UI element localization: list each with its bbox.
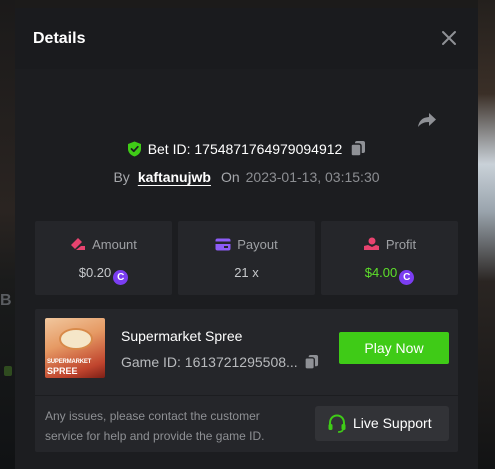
bet-amount-icon [71, 238, 86, 250]
stat-amount: Amount $0.20 C [35, 221, 172, 295]
stat-amount-value: $0.20 [78, 265, 112, 280]
verified-shield-icon [127, 141, 141, 157]
bet-datetime: 2023-01-13, 03:15:30 [245, 169, 380, 185]
currency-coin-icon: C [113, 270, 129, 285]
thumbnail-artwork [59, 328, 93, 350]
background-partial-text: B [0, 292, 12, 309]
live-support-label: Live Support [353, 415, 432, 431]
game-thumbnail[interactable]: SUPERMARKET SPREE [45, 318, 105, 378]
close-button[interactable] [437, 26, 461, 50]
stat-profit-label: Profit [385, 237, 417, 252]
share-button[interactable] [415, 108, 439, 132]
play-now-button[interactable]: Play Now [339, 332, 449, 364]
payout-card-icon [215, 238, 231, 251]
stat-payout: Payout 21 x [178, 221, 315, 295]
copy-game-id-button[interactable] [303, 354, 319, 373]
copy-bet-id-button[interactable] [350, 140, 366, 160]
thumbnail-title-line1: SUPERMARKET [47, 359, 92, 365]
bet-id-text: Bet ID: 1754871764979094912 [147, 141, 343, 157]
live-support-button[interactable]: Live Support [315, 406, 449, 441]
card-divider [35, 395, 458, 396]
game-name: Supermarket Spree [121, 328, 243, 344]
share-icon [418, 113, 436, 127]
stats-row: Amount $0.20C Payout 21 x Profit $4.00 [35, 221, 458, 295]
bet-id-row: Bet ID: 1754871764979094912 [15, 140, 478, 160]
game-id-text: Game ID: 1613721295508... [121, 354, 298, 370]
stat-payout-value: 21 x [234, 265, 259, 280]
background-top-strip [15, 0, 478, 8]
profit-hand-icon [363, 237, 379, 250]
details-modal: Details Bet ID: 1754871764979094912 By ka… [15, 8, 478, 469]
bet-meta-row: By kaftanujwb On 2023-01-13, 03:15:30 [15, 169, 478, 185]
copy-icon [350, 141, 366, 157]
by-label: By [113, 169, 130, 185]
modal-title: Details [33, 30, 86, 47]
stat-amount-header: Amount [35, 237, 172, 252]
stat-profit-value-row: $4.00 C [321, 265, 458, 285]
headset-icon [328, 414, 346, 433]
copy-icon [303, 354, 318, 370]
modal-header: Details [15, 8, 478, 69]
background-left-strip: B [0, 0, 15, 469]
stat-profit-value: $4.00 [364, 265, 398, 280]
game-card: SUPERMARKET SPREE Supermarket Spree Game… [35, 309, 458, 452]
background-green-mark [4, 366, 12, 376]
stat-profit: Profit $4.00 C [321, 221, 458, 295]
background-right-image [478, 0, 495, 469]
username-link[interactable]: kaftanujwb [138, 169, 211, 185]
thumbnail-title-line2: SPREE [47, 366, 78, 376]
close-icon [442, 31, 456, 45]
currency-coin-icon: C [399, 270, 415, 285]
game-id-row: Game ID: 1613721295508... [121, 354, 319, 373]
stat-payout-header: Payout [178, 237, 315, 252]
on-label: On [220, 169, 240, 185]
stat-payout-label: Payout [237, 237, 278, 252]
stat-amount-label: Amount [92, 237, 137, 252]
stat-amount-value-row: $0.20 C [35, 265, 172, 285]
stat-profit-header: Profit [321, 237, 458, 252]
support-text: Any issues, please contact the customer … [45, 409, 265, 443]
